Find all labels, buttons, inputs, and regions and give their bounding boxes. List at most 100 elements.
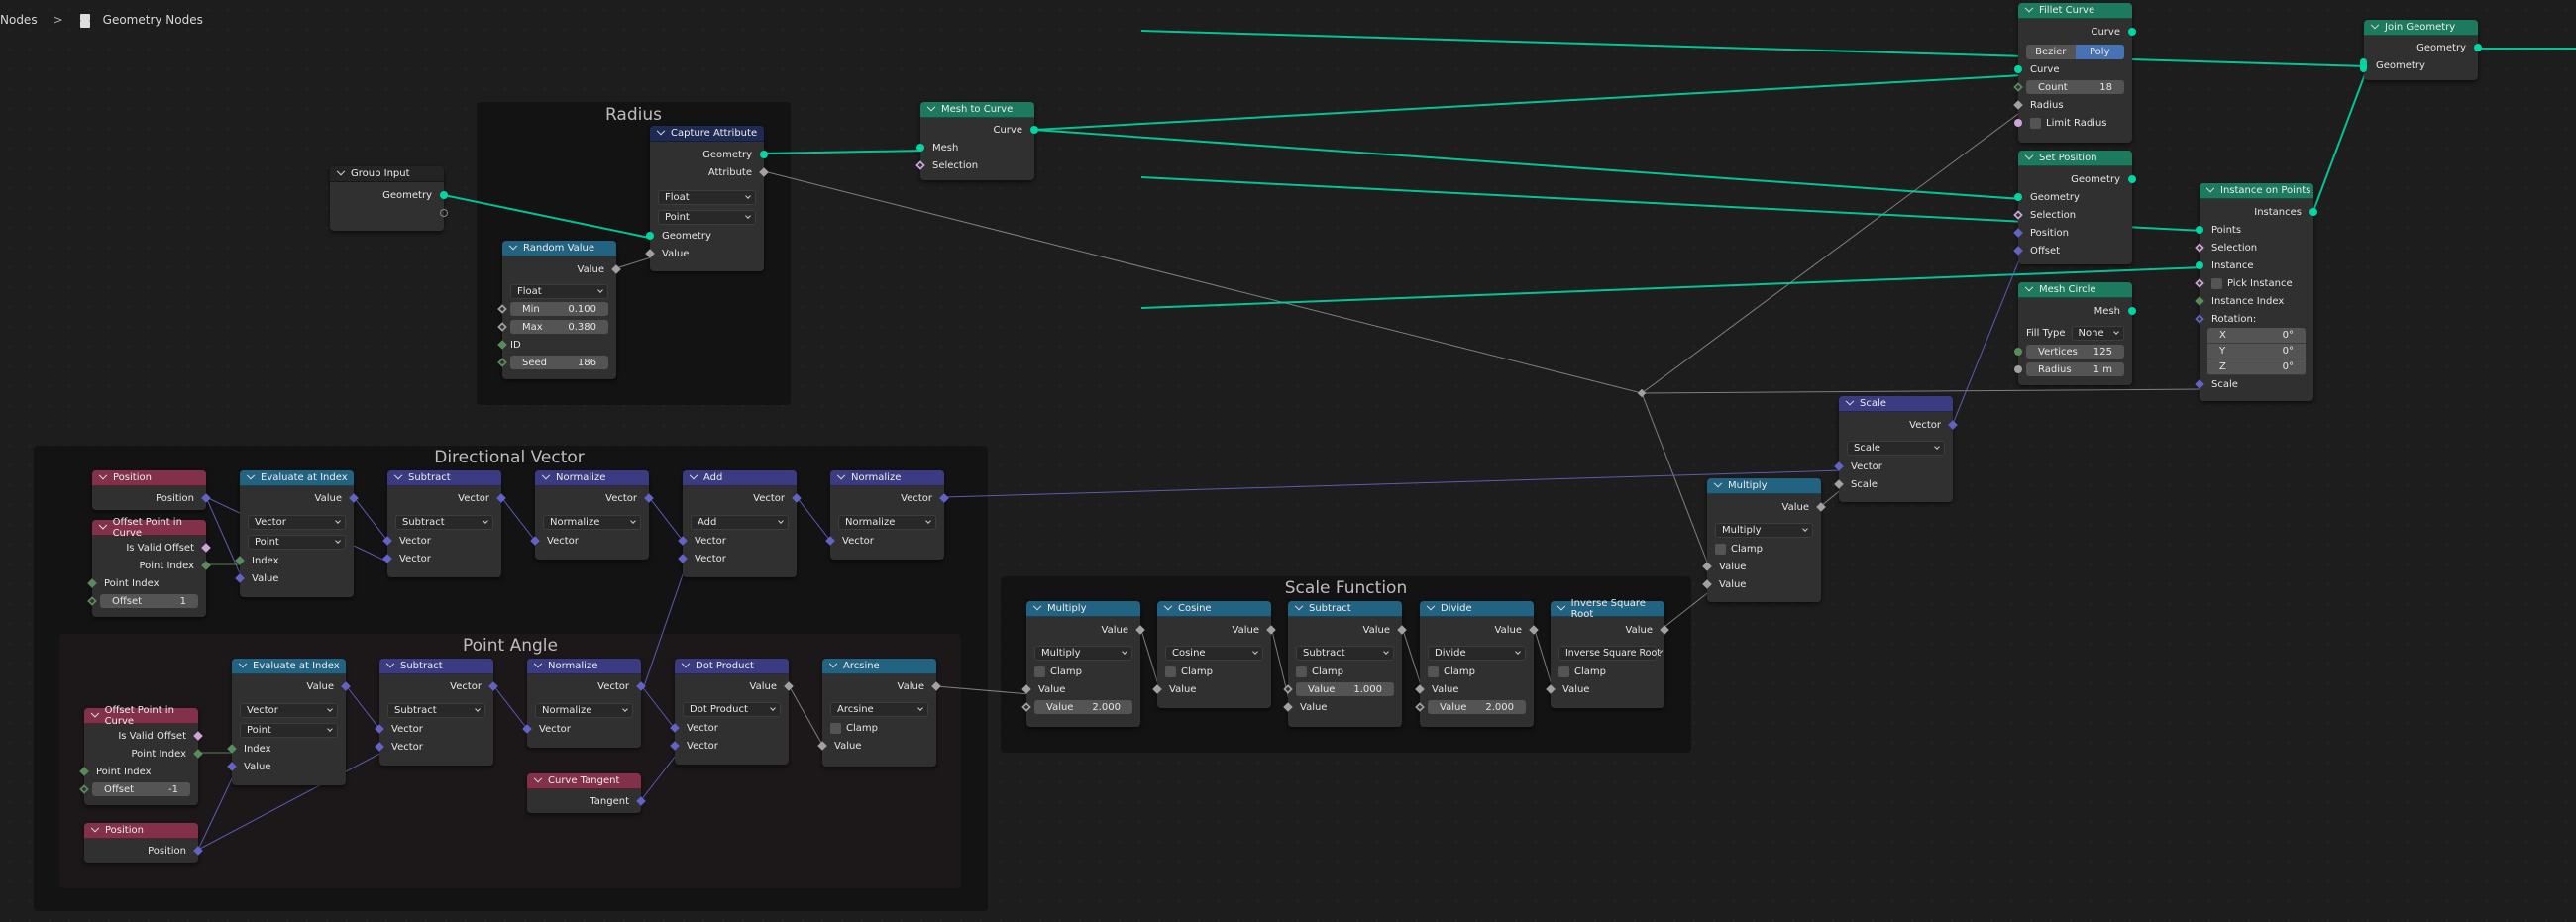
node-normalize[interactable]: Normalize Vector Normalize Vector [530, 470, 654, 560]
clamp-checkbox[interactable] [1715, 543, 1726, 555]
float-socket-icon[interactable] [1702, 579, 1712, 589]
node-header[interactable]: Group Input [330, 166, 444, 182]
chevron-down-icon[interactable] [508, 241, 518, 250]
node-header[interactable]: Set Position [2018, 151, 2132, 166]
integer-socket-icon[interactable] [2195, 296, 2204, 306]
multi-input-socket-icon[interactable] [2360, 58, 2367, 72]
node-cosine[interactable]: Cosine Value Cosine Clamp Value [1152, 601, 1276, 708]
node-header[interactable]: Add [683, 470, 797, 486]
geometry-socket-icon[interactable] [2474, 44, 2482, 51]
node-normalize[interactable]: Normalize Vector Normalize Vector [522, 659, 646, 748]
node-header[interactable]: Subtract [379, 659, 493, 674]
boolean-socket-icon[interactable] [915, 160, 925, 170]
node-header[interactable]: Mesh to Curve [920, 102, 1034, 118]
node-link[interactable] [1140, 30, 2369, 67]
integer-socket-icon[interactable] [2013, 82, 2023, 92]
node-link[interactable] [1641, 392, 1712, 573]
node-group-input[interactable]: Group Input Geometry [330, 166, 448, 231]
clamp-checkbox[interactable] [1558, 666, 1569, 677]
node-subtract[interactable]: Subtract Vector Subtract Vector Vector [382, 470, 506, 577]
seed-field[interactable]: Seed 186 [510, 356, 608, 369]
node-header[interactable]: Arcsine [822, 659, 936, 674]
node-evaluate-at-index[interactable]: Evaluate at Index Value Vector Point Ind… [235, 470, 359, 597]
node-curve-tangent[interactable]: Curve Tangent Tangent [527, 773, 646, 813]
node-header[interactable]: Offset Point in Curve [92, 517, 206, 539]
type-select[interactable]: Float [510, 283, 608, 299]
max-field[interactable]: Max 0.380 [510, 320, 608, 334]
node-header[interactable]: Evaluate at Index [240, 470, 354, 486]
geometry-socket-icon[interactable] [2196, 226, 2203, 234]
node-header[interactable]: Subtract [387, 470, 501, 486]
float-socket-icon[interactable] [2014, 365, 2022, 373]
geometry-socket-icon[interactable] [440, 191, 448, 199]
vector-socket-icon[interactable] [1948, 420, 1958, 430]
node-link[interactable] [763, 170, 1643, 394]
operation-select[interactable]: Subtract [1296, 645, 1394, 661]
node-mesh-to-curve[interactable]: Mesh to Curve Curve Mesh Selection [915, 102, 1038, 180]
operation-select[interactable]: Subtract [395, 514, 493, 530]
node-scale[interactable]: Scale Vector Scale Vector Scale [1834, 396, 1958, 502]
geometry-socket-icon[interactable] [2128, 307, 2136, 315]
node-offset-point-in-curve[interactable]: Offset Point in Curve Is Valid Offset Po… [79, 705, 203, 805]
node-header[interactable]: Fillet Curve [2018, 3, 2132, 19]
operation-select[interactable]: Scale [1847, 440, 1945, 456]
chevron-down-icon[interactable] [1032, 601, 1042, 610]
chevron-down-icon[interactable] [533, 659, 543, 667]
operation-select[interactable]: Divide [1428, 645, 1526, 661]
geometry-socket-icon[interactable] [1030, 126, 1038, 134]
chevron-down-icon[interactable] [681, 659, 691, 667]
geometry-socket-icon[interactable] [916, 144, 924, 152]
geometry-socket-icon[interactable] [2196, 261, 2203, 269]
chevron-down-icon[interactable] [926, 102, 936, 111]
node-header[interactable]: Inverse Square Root [1551, 598, 1664, 620]
float-socket-icon[interactable] [1816, 502, 1826, 512]
node-header[interactable]: Instance on Points [2200, 183, 2313, 199]
node-join-geometry[interactable]: Join Geometry Geometry Geometry [2360, 20, 2482, 80]
value-field[interactable]: Value 2.000 [1428, 700, 1526, 714]
chevron-down-icon[interactable] [90, 708, 99, 717]
geometry-socket-icon[interactable] [2014, 193, 2022, 201]
data-type-select[interactable]: Vector [240, 702, 338, 718]
count-field[interactable]: Count 18 [2026, 80, 2124, 94]
value-field[interactable]: Value 2.000 [1034, 700, 1132, 714]
float-socket-icon[interactable] [2013, 100, 2023, 110]
mode-bezier-button[interactable]: Bezier [2026, 44, 2076, 59]
node-multiply[interactable]: Multiply Value Multiply Clamp Value Valu… [1021, 601, 1145, 727]
data-type-select[interactable]: Vector [248, 514, 346, 530]
node-capture-attribute[interactable]: Capture Attribute Geometry Attribute Flo… [645, 126, 769, 271]
geometry-socket-icon[interactable] [760, 151, 768, 158]
vertices-field[interactable]: Vertices 125 [2026, 345, 2124, 359]
geometry-socket-icon[interactable] [2128, 28, 2136, 36]
node-header[interactable]: Position [84, 823, 198, 839]
integer-socket-icon[interactable] [2014, 348, 2022, 356]
node-header[interactable]: Normalize [527, 659, 641, 674]
node-header[interactable]: Divide [1420, 601, 1534, 617]
vector-socket-icon[interactable] [2013, 246, 2023, 256]
operation-select[interactable]: Multiply [1034, 645, 1132, 661]
chevron-down-icon[interactable] [90, 823, 100, 832]
breadcrumb-parent[interactable]: Nodes [0, 13, 38, 27]
node-random-value[interactable]: Random Value Value Float Min 0.100 Max 0.3… [497, 241, 621, 379]
vector-socket-icon[interactable] [2195, 314, 2204, 324]
operation-select[interactable]: Normalize [543, 514, 641, 530]
operation-select[interactable]: Multiply [1715, 522, 1813, 538]
node-link[interactable] [1033, 74, 2023, 131]
chevron-down-icon[interactable] [656, 126, 666, 135]
clamp-checkbox[interactable] [1296, 666, 1307, 677]
node-header[interactable]: Multiply [1707, 478, 1821, 494]
chevron-down-icon[interactable] [98, 470, 108, 479]
operation-select[interactable]: Inverse Square Root [1558, 645, 1664, 661]
operation-select[interactable]: Arcsine [830, 701, 928, 717]
pick-instance-checkbox[interactable] [2211, 277, 2222, 289]
node-header[interactable]: Dot Product [675, 659, 789, 674]
fill-type-select[interactable]: None [2071, 325, 2124, 341]
node-header[interactable]: Join Geometry [2364, 20, 2478, 36]
clamp-checkbox[interactable] [1034, 666, 1045, 677]
vector-socket-icon[interactable] [2195, 379, 2204, 389]
node-instance-on-points[interactable]: Instance on Points Instances Points Sele… [2195, 183, 2317, 401]
node-link[interactable] [2312, 65, 2369, 212]
node-header[interactable]: Evaluate at Index [232, 659, 346, 674]
node-fillet-curve[interactable]: Fillet Curve Curve Bezier Poly Curve Coun… [2013, 3, 2136, 143]
chevron-down-icon[interactable] [238, 659, 248, 667]
min-field[interactable]: Min 0.100 [510, 302, 608, 316]
